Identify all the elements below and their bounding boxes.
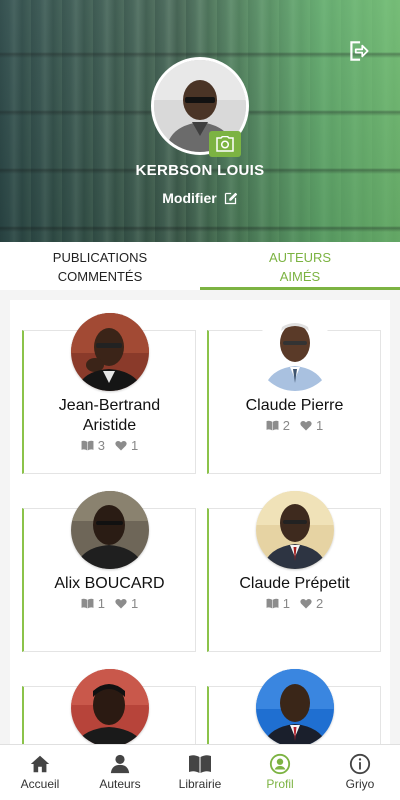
book-icon: [81, 598, 94, 609]
nav-label: Profil: [266, 777, 294, 791]
book-icon: [266, 598, 279, 609]
author-name: Alix BOUCARD: [28, 574, 191, 594]
book-icon: [189, 755, 211, 773]
author-avatar: [256, 669, 334, 744]
author-likes-count: 2: [316, 596, 324, 611]
author-avatar: [71, 669, 149, 744]
author-stats: 3 1: [24, 438, 195, 453]
author-name: Claude Prépetit: [213, 574, 376, 594]
edit-icon: [224, 192, 237, 204]
tab-label-line2: AIMÉS: [279, 269, 321, 284]
book-icon: [266, 420, 279, 431]
profile-tabs: PUBLICATIONS COMMENTÉS AUTEURS AIMÉS: [0, 242, 400, 290]
change-photo-button[interactable]: [209, 131, 241, 157]
author-name-line1: Jean-Bertrand: [58, 397, 161, 414]
bottom-navigation: Accueil Auteurs Librairie Profil Griyo: [0, 744, 400, 800]
nav-griyo[interactable]: Griyo: [320, 745, 400, 800]
tab-label-line2: COMMENTÉS: [57, 269, 143, 284]
camera-icon: [216, 136, 234, 152]
author-avatar: [71, 491, 149, 569]
heart-icon: [115, 440, 127, 451]
author-name-line1: Claude Pierre: [245, 397, 344, 414]
author-books-count: 1: [282, 596, 290, 611]
heart-icon: [300, 420, 312, 431]
tab-publications-commentes[interactable]: PUBLICATIONS COMMENTÉS: [0, 242, 200, 290]
author-books-count: 3: [97, 438, 105, 453]
book-icon: [81, 440, 94, 451]
author-likes-count: 1: [316, 418, 324, 433]
author-name-line2: Aristide: [82, 417, 137, 434]
nav-auteurs[interactable]: Auteurs: [80, 745, 160, 800]
author-stats: 1 2: [209, 596, 380, 611]
author-name: Claude Pierre: [213, 396, 376, 416]
nav-accueil[interactable]: Accueil: [0, 745, 80, 800]
author-card[interactable]: Claude Prépetit 1 2: [207, 491, 381, 652]
logout-icon[interactable]: [346, 38, 372, 64]
profile-header: KERBSON LOUIS Modifier: [0, 0, 400, 242]
author-card[interactable]: [207, 669, 381, 744]
author-avatar: [256, 313, 334, 391]
nav-label: Auteurs: [99, 777, 141, 791]
person-icon: [110, 754, 130, 774]
author-likes-count: 1: [131, 438, 139, 453]
author-likes-count: 1: [131, 596, 139, 611]
profile-icon: [269, 753, 291, 775]
tab-auteurs-aimes[interactable]: AUTEURS AIMÉS: [200, 242, 400, 290]
user-avatar[interactable]: [151, 57, 249, 157]
nav-label: Librairie: [178, 777, 222, 791]
tab-label-line1: AUTEURS: [268, 250, 332, 265]
home-icon: [30, 755, 50, 773]
nav-profil[interactable]: Profil: [240, 745, 320, 800]
modify-profile-button[interactable]: Modifier: [0, 190, 400, 206]
author-card[interactable]: [22, 669, 196, 744]
heart-icon: [300, 598, 312, 609]
author-avatar: [71, 313, 149, 391]
nav-label: Griyo: [345, 777, 375, 791]
nav-librairie[interactable]: Librairie: [160, 745, 240, 800]
author-name-line1: Alix BOUCARD: [54, 575, 165, 592]
author-name: Jean-Bertrand Aristide: [28, 396, 191, 436]
author-stats: 1 1: [24, 596, 195, 611]
user-name: KERBSON LOUIS: [135, 162, 265, 179]
author-card[interactable]: Alix BOUCARD 1 1: [22, 491, 196, 652]
author-books-count: 2: [282, 418, 290, 433]
author-stats: 2 1: [209, 418, 380, 433]
author-card[interactable]: Claude Pierre 2 1: [207, 313, 381, 474]
modify-label: Modifier: [162, 190, 217, 206]
info-icon: [349, 753, 371, 775]
author-card[interactable]: Jean-Bertrand Aristide 3 1: [22, 313, 196, 474]
author-books-count: 1: [97, 596, 105, 611]
nav-label: Accueil: [20, 777, 60, 791]
heart-icon: [115, 598, 127, 609]
liked-authors-grid: Jean-Bertrand Aristide 3 1 Claude Pierre: [10, 300, 390, 744]
author-avatar: [256, 491, 334, 569]
tab-label-line1: PUBLICATIONS: [52, 250, 148, 265]
author-name-line1: Claude Prépetit: [239, 575, 350, 592]
